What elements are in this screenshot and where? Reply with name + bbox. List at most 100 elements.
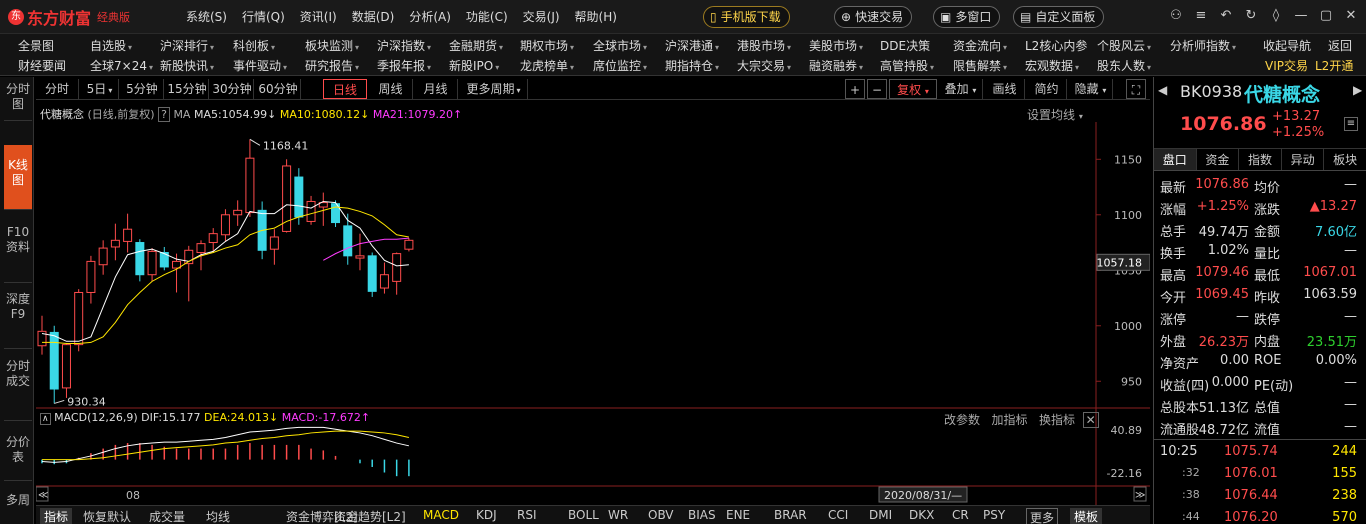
nav-item-10[interactable]: 港股市场 bbox=[737, 37, 791, 54]
indicator-tab-6[interactable]: MACD bbox=[423, 508, 459, 522]
indicator-tab-13[interactable]: ENE bbox=[726, 508, 750, 522]
prev-stock-icon[interactable]: ◀ bbox=[1158, 83, 1167, 97]
menu-icon[interactable]: ≡ bbox=[1194, 8, 1208, 23]
indicator-tab-9[interactable]: BOLL bbox=[568, 508, 599, 522]
indicator-tab-1[interactable]: 恢复默认 bbox=[83, 508, 131, 524]
nav-item-row2-8[interactable]: 席位监控 bbox=[593, 57, 647, 74]
nav-item-15[interactable]: 个股风云 bbox=[1097, 37, 1151, 54]
ma-settings-button[interactable]: 设置均线 ▾ bbox=[1027, 106, 1083, 123]
macd-collapse-icon[interactable]: ∧ bbox=[40, 413, 51, 425]
nav-item-0[interactable]: 全景图 bbox=[18, 37, 54, 54]
mobile-download-button[interactable]: ▯ 手机版下载 bbox=[703, 6, 790, 28]
menu-item-2[interactable]: 资讯(I) bbox=[300, 8, 337, 25]
custom-panel-button[interactable]: ▤ 自定义面板 bbox=[1013, 6, 1105, 28]
indicator-tab-21[interactable]: 模板 bbox=[1070, 508, 1103, 524]
indicator-tab-12[interactable]: BIAS bbox=[688, 508, 716, 522]
overlay-dropdown[interactable]: 叠加 ▾ bbox=[939, 79, 983, 99]
left-tab-2[interactable]: F10资料 bbox=[4, 221, 32, 283]
nav-item-11[interactable]: 美股市场 bbox=[809, 37, 863, 54]
period-tab-6[interactable]: 日线 bbox=[323, 79, 367, 99]
left-tab-0[interactable]: 分时图 bbox=[4, 81, 32, 121]
nav-item-row2-5[interactable]: 季报年报 bbox=[377, 57, 431, 74]
period-tab-2[interactable]: 5分钟 bbox=[121, 79, 164, 99]
zoom-in-button[interactable]: + bbox=[845, 79, 865, 99]
indicator-tab-16[interactable]: DMI bbox=[869, 508, 892, 522]
nav-item-6[interactable]: 金融期货 bbox=[449, 37, 503, 54]
nav-item-row2-7[interactable]: 龙虎榜单 bbox=[520, 57, 574, 74]
menu-item-4[interactable]: 分析(A) bbox=[409, 8, 451, 25]
nav-item-17[interactable]: 收起导航 bbox=[1263, 37, 1311, 54]
menu-item-3[interactable]: 数据(D) bbox=[352, 8, 395, 25]
kline-chart[interactable]: 11501100105010009501057.181168.41930.344… bbox=[36, 122, 1150, 505]
period-tab-1[interactable]: 5日 ▾ bbox=[81, 79, 119, 99]
zoom-out-button[interactable]: − bbox=[867, 79, 887, 99]
indicator-tab-11[interactable]: OBV bbox=[648, 508, 674, 522]
indicator-tab-3[interactable]: 均线 bbox=[206, 508, 230, 524]
nav-item-row2-3[interactable]: 事件驱动 bbox=[233, 57, 287, 74]
left-tab-6[interactable]: 多周 bbox=[4, 485, 32, 524]
quote-tab-3[interactable]: 异动 bbox=[1282, 149, 1325, 170]
add-indicator-button[interactable]: 加指标 bbox=[991, 413, 1027, 427]
period-tab-4[interactable]: 30分钟 bbox=[211, 79, 254, 99]
refresh-icon[interactable]: ↻ bbox=[1244, 8, 1258, 23]
nav-item-4[interactable]: 板块监测 bbox=[305, 37, 359, 54]
fullscreen-icon[interactable]: ⛶ bbox=[1126, 79, 1146, 99]
nav-item-row2-6[interactable]: 新股IPO bbox=[449, 57, 499, 74]
skin-icon[interactable]: ◊ bbox=[1269, 8, 1283, 23]
indicator-tab-0[interactable]: 指标 bbox=[40, 508, 73, 524]
nav-item-row2-1[interactable]: 全球7×24 bbox=[90, 57, 153, 74]
period-tab-8[interactable]: 月线 bbox=[414, 79, 458, 99]
edit-params-button[interactable]: 改参数 bbox=[944, 413, 980, 427]
nav-item-row2-14[interactable]: 宏观数据 bbox=[1025, 57, 1079, 74]
close-icon[interactable]: ✕ bbox=[1082, 412, 1099, 428]
indicator-tab-19[interactable]: PSY bbox=[983, 508, 1005, 522]
indicator-tab-15[interactable]: CCI bbox=[828, 508, 848, 522]
period-tab-7[interactable]: 周线 bbox=[369, 79, 413, 99]
indicator-tab-8[interactable]: RSI bbox=[517, 508, 537, 522]
nav-item-3[interactable]: 科创板 bbox=[233, 37, 275, 54]
indicator-tab-20[interactable]: 更多 bbox=[1026, 508, 1059, 524]
indicator-tab-7[interactable]: KDJ bbox=[476, 508, 497, 522]
indicator-tab-18[interactable]: CR bbox=[952, 508, 969, 522]
menu-item-1[interactable]: 行情(Q) bbox=[242, 8, 285, 25]
switch-indicator-button[interactable]: 换指标 bbox=[1039, 413, 1075, 427]
nav-item-13[interactable]: 资金流向 bbox=[953, 37, 1007, 54]
period-tab-3[interactable]: 15分钟 bbox=[166, 79, 209, 99]
nav-item-row2-10[interactable]: 大宗交易 bbox=[737, 57, 791, 74]
period-tab-9[interactable]: 更多周期 ▾ bbox=[460, 79, 528, 99]
period-tab-0[interactable]: 分时 bbox=[36, 79, 79, 99]
nav-item-row2-0[interactable]: 财经要闻 bbox=[18, 57, 66, 74]
fuquan-dropdown[interactable]: 复权 ▾ bbox=[889, 79, 937, 99]
nav-item-row2-17[interactable]: L2开通 bbox=[1315, 57, 1353, 74]
quick-trade-button[interactable]: ⊕ 快速交易 bbox=[834, 6, 913, 28]
menu-item-0[interactable]: 系统(S) bbox=[186, 8, 227, 25]
indicator-tab-2[interactable]: 成交量 bbox=[149, 508, 185, 524]
nav-item-row2-2[interactable]: 新股快讯 bbox=[160, 57, 214, 74]
indicator-tab-14[interactable]: BRAR bbox=[774, 508, 807, 522]
close-icon[interactable]: ✕ bbox=[1344, 8, 1358, 23]
nav-item-row2-11[interactable]: 融资融券 bbox=[809, 57, 863, 74]
nav-item-row2-16[interactable]: VIP交易 bbox=[1265, 57, 1308, 74]
nav-item-row2-13[interactable]: 限售解禁 bbox=[953, 57, 1007, 74]
multi-window-button[interactable]: ▣ 多窗口 bbox=[933, 6, 1001, 28]
nav-item-5[interactable]: 沪深指数 bbox=[377, 37, 431, 54]
nav-item-12[interactable]: DDE决策 bbox=[880, 37, 930, 54]
nav-item-row2-4[interactable]: 研究报告 bbox=[305, 57, 359, 74]
quote-tab-2[interactable]: 指数 bbox=[1239, 149, 1282, 170]
quote-tab-0[interactable]: 盘口 bbox=[1154, 149, 1197, 170]
nav-item-row2-12[interactable]: 高管持股 bbox=[880, 57, 934, 74]
restore-icon[interactable]: ▢ bbox=[1319, 8, 1333, 23]
menu-item-7[interactable]: 帮助(H) bbox=[575, 8, 617, 25]
minimize-icon[interactable]: — bbox=[1294, 8, 1308, 23]
nav-item-18[interactable]: 返回 bbox=[1328, 37, 1352, 54]
hide-dropdown[interactable]: 隐藏 ▾ bbox=[1069, 79, 1113, 99]
nav-item-row2-15[interactable]: 股东人数 bbox=[1097, 57, 1151, 74]
left-tab-4[interactable]: 分时成交 bbox=[4, 351, 32, 421]
next-stock-icon[interactable]: ▶ bbox=[1353, 83, 1362, 97]
help-icon[interactable]: ? bbox=[158, 107, 170, 122]
menu-item-6[interactable]: 交易(J) bbox=[523, 8, 560, 25]
left-tab-1[interactable]: K线图 bbox=[4, 145, 32, 210]
nav-item-row2-9[interactable]: 期指持仓 bbox=[665, 57, 719, 74]
menu-item-5[interactable]: 功能(C) bbox=[466, 8, 508, 25]
nav-item-8[interactable]: 全球市场 bbox=[593, 37, 647, 54]
